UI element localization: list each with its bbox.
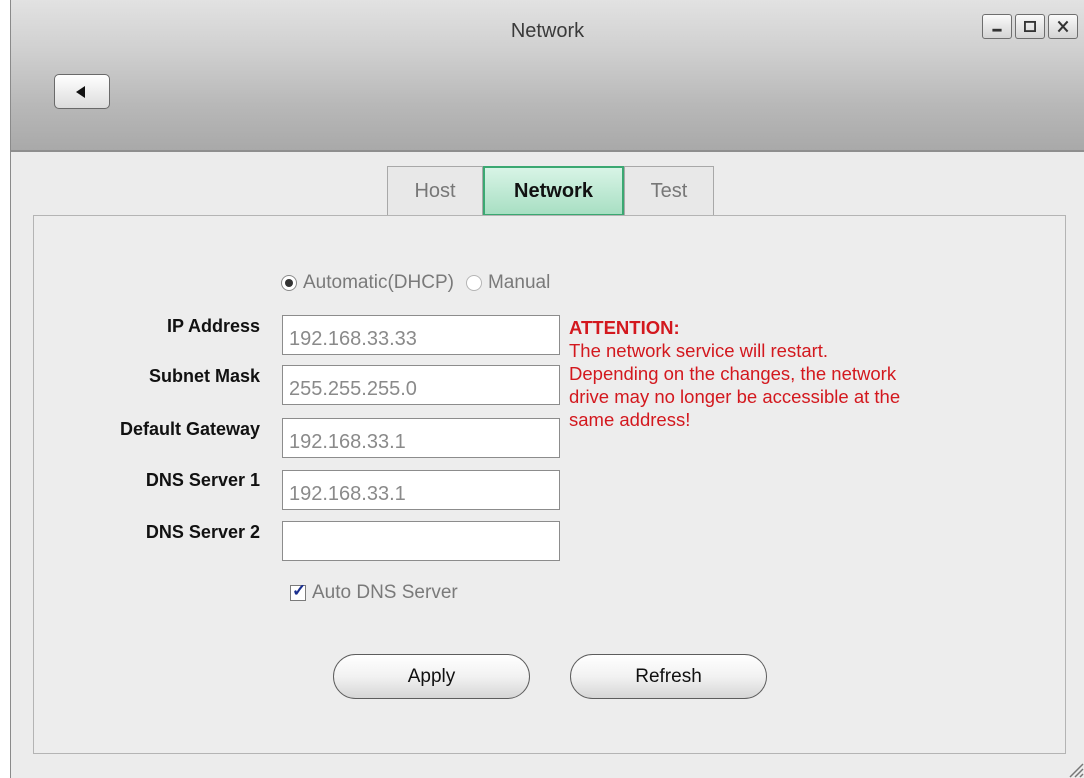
network-window: Network Host Network Test Automatic(DHCP… (10, 0, 1084, 778)
minimize-button[interactable] (982, 14, 1012, 39)
back-button[interactable] (54, 74, 110, 109)
maximize-icon (1024, 20, 1036, 33)
tab-bar: Host Network Test (387, 166, 714, 216)
radio-automatic-dhcp-label[interactable]: Automatic(DHCP) (303, 272, 454, 294)
dns-server-1-label: DNS Server 1 (145, 470, 260, 490)
default-gateway-label: Default Gateway (119, 419, 260, 439)
resize-grip-icon[interactable] (1062, 756, 1084, 778)
tab-test[interactable]: Test (624, 166, 714, 216)
apply-button[interactable]: Apply (333, 654, 530, 699)
window-title: Network (510, 20, 585, 42)
warning-heading: ATTENTION: (569, 317, 680, 338)
warning-line-1: The network service will restart. (569, 340, 829, 361)
tab-network[interactable]: Network (483, 166, 624, 216)
auto-dns-checkbox[interactable]: ✓ (290, 581, 306, 601)
ip-mode-radio-group: Automatic(DHCP) Manual (281, 272, 550, 294)
auto-dns-row: ✓ Auto DNS Server (290, 581, 458, 604)
checkmark-icon: ✓ (292, 581, 307, 600)
radio-manual[interactable] (465, 275, 482, 291)
dns-server-2-label: DNS Server 2 (145, 522, 260, 542)
dns-server-1-field[interactable] (282, 470, 560, 510)
warning-line-3: drive may no longer be accessible at the (569, 386, 901, 407)
dns-server-2-field[interactable] (282, 521, 560, 561)
close-button[interactable] (1048, 14, 1078, 39)
ip-address-label: IP Address (166, 316, 260, 336)
refresh-button[interactable]: Refresh (570, 654, 767, 699)
maximize-button[interactable] (1015, 14, 1045, 39)
radio-manual-label[interactable]: Manual (488, 272, 550, 294)
back-arrow-icon (76, 86, 85, 98)
window-controls (982, 14, 1078, 39)
tab-host[interactable]: Host (387, 166, 483, 216)
subnet-mask-field[interactable] (282, 365, 560, 405)
radio-automatic-dhcp[interactable] (281, 275, 297, 291)
auto-dns-label[interactable]: Auto DNS Server (312, 582, 458, 604)
subnet-mask-label: Subnet Mask (148, 366, 260, 386)
warning-line-2: Depending on the changes, the network (569, 363, 897, 384)
minimize-icon (992, 28, 1002, 32)
ip-address-field[interactable] (282, 315, 560, 355)
warning-line-4: same address! (569, 409, 691, 430)
close-icon (1057, 20, 1069, 33)
restart-warning: ATTENTION: The network service will rest… (569, 316, 1049, 431)
title-bar[interactable]: Network (11, 0, 1084, 152)
default-gateway-field[interactable] (282, 418, 560, 458)
